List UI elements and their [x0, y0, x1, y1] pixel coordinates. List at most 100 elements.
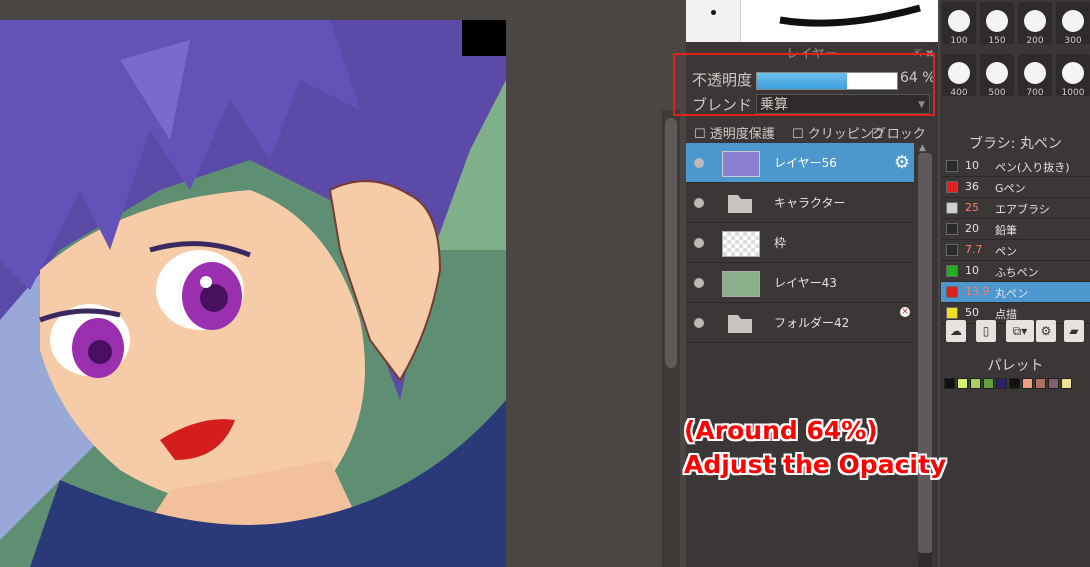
- layer-list-scrollbar[interactable]: ▲: [914, 143, 936, 567]
- folder-icon: [728, 195, 752, 213]
- settings-file-icon[interactable]: ⚙: [1036, 320, 1056, 342]
- brush-name: ふちペン: [995, 266, 1039, 279]
- brush-size-cell[interactable]: 200: [1018, 2, 1052, 46]
- brush-color-swatch: [946, 181, 958, 193]
- brush-row[interactable]: 36 Gペン: [941, 177, 1090, 198]
- layer-name: レイヤー43: [774, 276, 837, 290]
- brush-dot-icon: [986, 62, 1008, 84]
- visibility-icon[interactable]: [694, 238, 704, 248]
- palette-swatch[interactable]: [1009, 378, 1020, 389]
- visibility-icon[interactable]: [694, 198, 704, 208]
- layer-name: フォルダー42: [774, 316, 850, 330]
- layer-row[interactable]: フォルダー42 ×: [686, 303, 914, 343]
- palette-swatch[interactable]: [970, 378, 981, 389]
- palette-swatch[interactable]: [1048, 378, 1059, 389]
- brush-size-cell[interactable]: 700: [1018, 54, 1052, 98]
- brush-size-cell[interactable]: 500: [980, 54, 1014, 98]
- layer-list: レイヤー56 ⚙ キャラクター 枠 レイヤー43 フォルダー42 ×: [686, 143, 914, 343]
- layer-row[interactable]: キャラクター: [686, 183, 914, 223]
- brush-row[interactable]: 10 ペン(入り抜き): [941, 156, 1090, 177]
- brush-name: 丸ペン: [995, 287, 1028, 300]
- annotation-text: (Around 64%) Adjust the Opacity: [684, 414, 946, 482]
- brush-row[interactable]: 20 鉛筆: [941, 219, 1090, 240]
- brush-size-label: 400: [950, 88, 968, 98]
- folder-icon[interactable]: ▰: [1064, 320, 1084, 342]
- brush-size: 36: [965, 180, 979, 193]
- character-illustration: [0, 20, 506, 567]
- new-file-icon[interactable]: ▯: [976, 320, 996, 342]
- canvas-area[interactable]: [0, 0, 662, 567]
- palette-swatch[interactable]: [944, 378, 955, 389]
- palette-swatch[interactable]: [1061, 378, 1072, 389]
- brush-size: 13.9: [965, 285, 990, 298]
- brush-name: Gペン: [995, 182, 1026, 195]
- copy-dropdown-icon[interactable]: ⧉▾: [1006, 320, 1034, 342]
- brush-dot-icon: [1062, 62, 1084, 84]
- brush-color-swatch: [946, 223, 958, 235]
- canvas-vertical-scrollbar[interactable]: [662, 110, 680, 567]
- brush-row[interactable]: 10 ふちペン: [941, 261, 1090, 282]
- brush-size-label: 150: [988, 36, 1006, 46]
- brush-color-swatch: [946, 286, 958, 298]
- layer-row[interactable]: レイヤー56 ⚙: [686, 143, 914, 183]
- cloud-download-icon[interactable]: ☁: [946, 320, 966, 342]
- brush-size-label: 500: [988, 88, 1006, 98]
- brush-size: 10: [965, 264, 979, 277]
- checkbox-transparency-protect[interactable]: ☐ 透明度保護: [694, 123, 775, 142]
- scrollbar-thumb[interactable]: [665, 118, 677, 368]
- scrollbar-thumb[interactable]: [918, 153, 932, 553]
- brush-size-label: 700: [1026, 88, 1044, 98]
- brush-size: 50: [965, 306, 979, 319]
- brush-row[interactable]: 13.9 丸ペン: [941, 282, 1090, 303]
- brush-size-cell[interactable]: 300: [1056, 2, 1090, 46]
- brush-size-cell[interactable]: 400: [942, 54, 976, 98]
- layer-name: キャラクター: [774, 196, 846, 210]
- visibility-icon[interactable]: [694, 158, 704, 168]
- brush-size-label: 1000: [1061, 88, 1085, 98]
- stroke-preview-icon: [779, 4, 921, 27]
- brush-size-label: 100: [950, 36, 968, 46]
- layer-thumbnail: [722, 151, 760, 177]
- checkbox-transparency-label: 透明度保護: [709, 127, 775, 142]
- brush-dot-icon: [986, 10, 1008, 32]
- brush-size-cell[interactable]: 1000: [1056, 54, 1090, 98]
- brush-size: 10: [965, 159, 979, 172]
- brush-panel-title: ブラシ: 丸ペン: [969, 136, 1062, 152]
- palette-panel-title: パレット: [987, 358, 1044, 374]
- brush-size-cell[interactable]: 100: [942, 2, 976, 46]
- brush-color-swatch: [946, 265, 958, 277]
- layer-name: レイヤー56: [774, 156, 837, 170]
- brush-dot-icon: [948, 10, 970, 32]
- brush-dot-icon: [1024, 10, 1046, 32]
- brush-row[interactable]: 7.7 ペン: [941, 240, 1090, 261]
- brush-row[interactable]: 25 エアブラシ: [941, 198, 1090, 219]
- brush-name: ペン(入り抜き): [995, 161, 1070, 174]
- palette-swatch[interactable]: [1022, 378, 1033, 389]
- visibility-icon[interactable]: [694, 278, 704, 288]
- brush-stroke-preview: [686, 0, 938, 42]
- brush-name: ペン: [995, 245, 1017, 258]
- checkbox-lock-label: ロック: [886, 127, 926, 142]
- palette-swatch[interactable]: [983, 378, 994, 389]
- palette-swatch[interactable]: [996, 378, 1007, 389]
- scroll-up-icon[interactable]: ▲: [919, 143, 926, 153]
- brush-color-swatch: [946, 244, 958, 256]
- brush-color-swatch: [946, 160, 958, 172]
- brush-size-cell[interactable]: 150: [980, 2, 1014, 46]
- gear-icon[interactable]: ⚙: [894, 152, 910, 173]
- palette-swatch[interactable]: [1035, 378, 1046, 389]
- brush-dot-icon: [1024, 62, 1046, 84]
- brush-size: 7.7: [965, 243, 983, 256]
- palette-swatch[interactable]: [957, 378, 968, 389]
- brush-color-swatch: [946, 202, 958, 214]
- checkbox-lock[interactable]: ☐ ロック: [871, 123, 926, 142]
- layer-row[interactable]: 枠: [686, 223, 914, 263]
- brush-size: 25: [965, 201, 979, 214]
- artwork-canvas[interactable]: [0, 20, 506, 567]
- annotation-highlight-box: [673, 53, 935, 116]
- layer-row[interactable]: レイヤー43: [686, 263, 914, 303]
- folder-icon: [728, 315, 752, 333]
- warning-badge-icon: ×: [900, 307, 910, 317]
- visibility-icon[interactable]: [694, 318, 704, 328]
- annotation-line-1: (Around 64%): [684, 416, 878, 445]
